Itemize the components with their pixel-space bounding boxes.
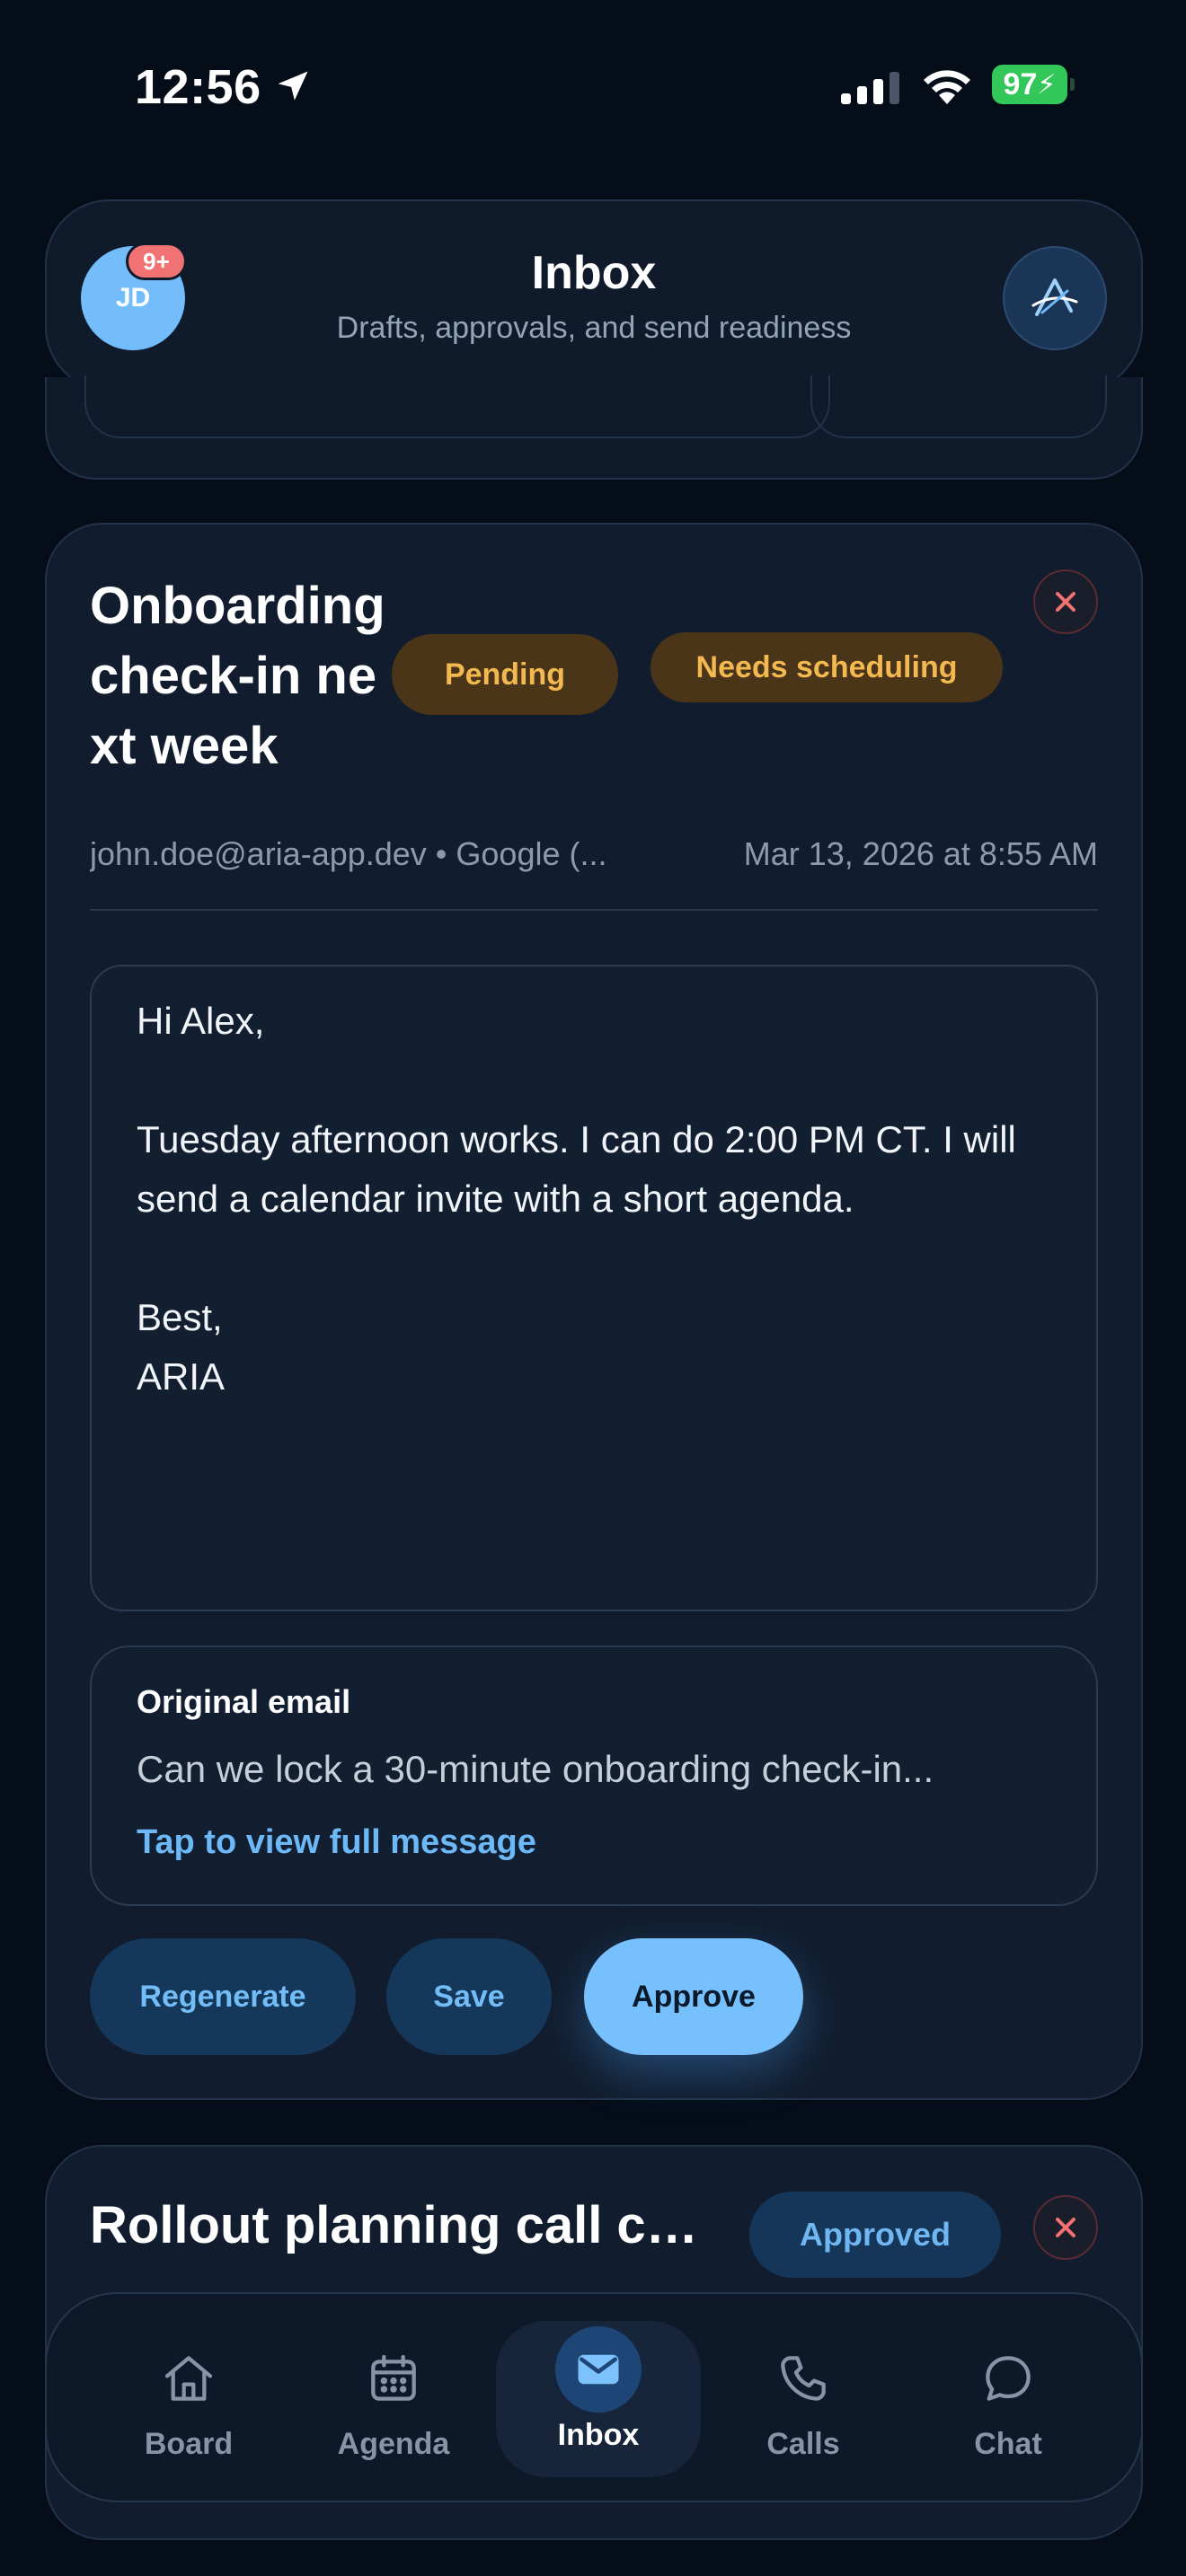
page-subtitle: Drafts, approvals, and send readiness (336, 311, 852, 345)
previous-draft-card (45, 375, 1143, 480)
save-button[interactable]: Save (386, 1938, 552, 2055)
status-bar: 12:56 97 ⚡ (0, 0, 1186, 171)
cellular-signal-icon (841, 72, 899, 104)
divider (90, 909, 1098, 911)
tab-label: Inbox (557, 2418, 640, 2452)
tab-inbox[interactable]: Inbox (496, 2321, 701, 2477)
page-title: Inbox (531, 247, 657, 299)
status-time: 12:56 (135, 60, 261, 114)
regenerate-button[interactable]: Regenerate (90, 1938, 356, 2055)
tab-label: Agenda (337, 2427, 450, 2461)
tab-label: Calls (766, 2427, 840, 2461)
close-icon (1056, 592, 1075, 612)
home-icon (156, 2346, 221, 2411)
tag-badge-needs-scheduling: Needs scheduling (651, 632, 1003, 702)
next-draft-title: Rollout planning call co... (90, 2196, 719, 2254)
tab-agenda[interactable]: Agenda (291, 2321, 496, 2477)
dismiss-next-draft-button[interactable] (1033, 2195, 1098, 2260)
tab-calls[interactable]: Calls (701, 2321, 906, 2477)
mail-icon (555, 2326, 642, 2413)
phone-icon (771, 2346, 836, 2411)
draft-date: Mar 13, 2026 at 8:55 AM (743, 835, 1098, 872)
tab-chat[interactable]: Chat (906, 2321, 1111, 2477)
battery-indicator: 97 ⚡ (992, 65, 1075, 104)
chat-bubble-icon (976, 2346, 1040, 2411)
tab-label: Board (144, 2427, 234, 2461)
calendar-icon (361, 2346, 426, 2411)
draft-title: Onboarding check-in next week (90, 577, 385, 775)
tab-board[interactable]: Board (86, 2321, 291, 2477)
wifi-icon (924, 70, 970, 104)
inbox-screen: 12:56 97 ⚡ JD 9+ Inbox Drafts, approvals… (0, 0, 1186, 2576)
draft-sender: john.doe@aria-app.dev • Google (... (90, 835, 607, 872)
bottom-tab-bar: Board Agenda Inbox Calls Chat (45, 2292, 1143, 2502)
draft-body-text: Hi Alex, Tuesday afternoon works. I can … (137, 1000, 1016, 1398)
original-email-preview[interactable]: Original email Can we lock a 30-minute o… (90, 1645, 1098, 1906)
approve-button[interactable]: Approve (584, 1938, 803, 2055)
original-email-label: Original email (137, 1683, 351, 1720)
status-badge-pending: Pending (392, 634, 618, 715)
location-arrow-icon (278, 71, 308, 101)
aria-logo-icon (1031, 278, 1078, 316)
draft-body-editor[interactable]: Hi Alex, Tuesday afternoon works. I can … (90, 965, 1098, 1611)
view-full-message-link[interactable]: Tap to view full message (137, 1823, 536, 1862)
draft-card: Onboarding check-in next week Pending Ne… (45, 523, 1143, 2100)
dismiss-draft-button[interactable] (1033, 569, 1098, 634)
aria-logo-button[interactable] (1003, 246, 1107, 350)
battery-level: 97 ⚡ (992, 65, 1067, 104)
status-badge-approved: Approved (749, 2192, 1001, 2278)
tab-label: Chat (974, 2427, 1042, 2461)
close-icon (1056, 2218, 1075, 2237)
app-header: JD 9+ Inbox Drafts, approvals, and send … (45, 199, 1143, 392)
original-email-snippet: Can we lock a 30-minute onboarding check… (137, 1748, 934, 1790)
